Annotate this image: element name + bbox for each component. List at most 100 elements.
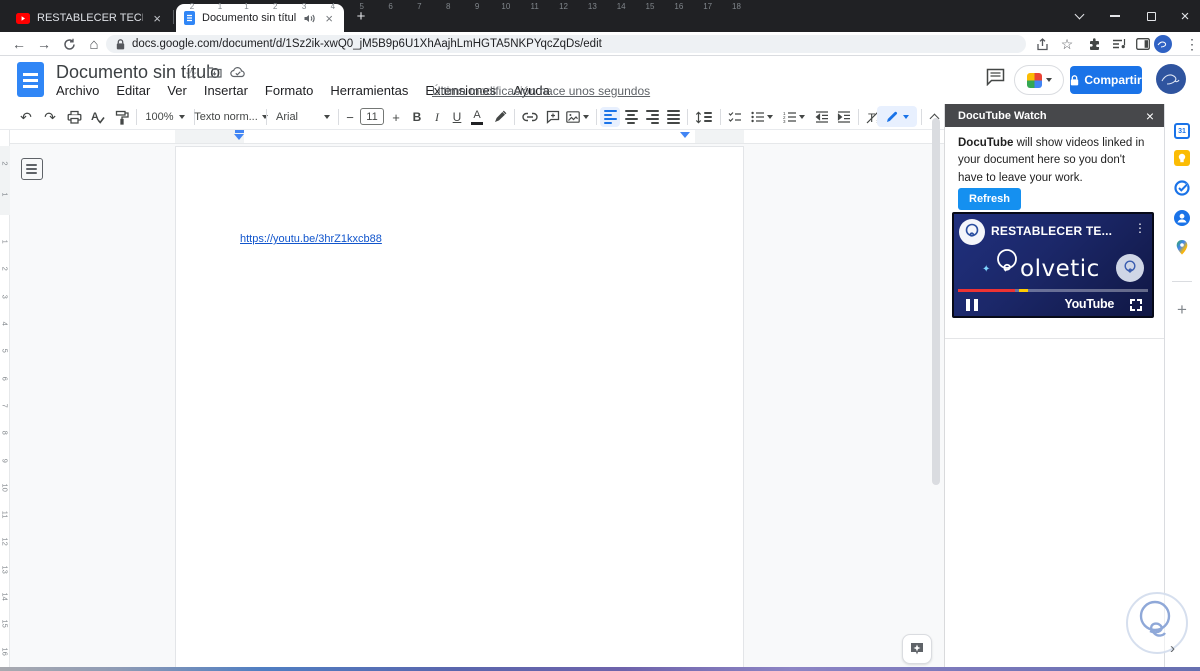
meet-icon	[1026, 72, 1042, 88]
menu-item[interactable]: Archivo	[56, 83, 99, 98]
fullscreen-icon[interactable]	[1130, 299, 1142, 311]
back-icon[interactable]: ←	[8, 32, 30, 56]
move-folder-icon[interactable]	[207, 66, 222, 78]
share-page-icon[interactable]	[1030, 32, 1054, 56]
video-title: RESTABLECER TE...	[991, 224, 1113, 238]
meet-call-button[interactable]	[1014, 65, 1064, 95]
increase-indent-icon[interactable]	[834, 107, 854, 127]
first-line-indent-marker[interactable]	[235, 130, 244, 133]
underline-icon[interactable]: U	[448, 107, 466, 127]
menu-item[interactable]: Ver	[167, 83, 187, 98]
undo-icon[interactable]: ↶	[16, 107, 36, 127]
share-button[interactable]: Compartir	[1070, 66, 1142, 94]
menu-item[interactable]: Formato	[265, 83, 313, 98]
youtube-player[interactable]: RESTABLECER TE... ⋮ ✦ olvetic YouTube	[952, 212, 1154, 318]
get-addons-icon[interactable]: +	[1172, 300, 1192, 320]
refresh-button[interactable]: Refresh	[958, 188, 1021, 210]
document-outline-icon[interactable]	[21, 158, 43, 180]
zoom-select[interactable]: 100%	[142, 107, 188, 127]
bookmark-star-icon[interactable]: ☆	[1055, 32, 1079, 56]
keep-icon[interactable]	[1174, 150, 1190, 166]
minimize-button[interactable]	[1098, 0, 1132, 32]
tab-search-icon[interactable]	[1062, 0, 1096, 32]
bold-icon[interactable]: B	[408, 107, 426, 127]
comment-history-icon[interactable]	[986, 68, 1005, 86]
app-window: RESTABLECER TECLADO Window × Documento s…	[0, 0, 1200, 671]
font-size-input[interactable]: 11	[360, 108, 384, 125]
spellcheck-icon[interactable]: A	[88, 107, 108, 127]
cloud-status-icon[interactable]	[230, 66, 246, 78]
forward-icon[interactable]: →	[33, 32, 55, 56]
video-progress-bar[interactable]	[958, 289, 1148, 292]
text-color-icon[interactable]: A	[468, 107, 486, 127]
bulleted-list-icon[interactable]	[748, 107, 776, 127]
add-comment-icon[interactable]	[543, 107, 563, 127]
url-omnibox[interactable]: docs.google.com/document/d/1Sz2ik-xwQ0_j…	[106, 35, 1026, 53]
collapse-panel-icon[interactable]: ›	[1170, 640, 1175, 657]
document-scrollbar[interactable]	[932, 118, 940, 485]
left-indent-marker[interactable]	[234, 134, 244, 140]
account-avatar[interactable]	[1156, 64, 1186, 94]
redo-icon[interactable]: ↷	[40, 107, 60, 127]
extensions-puzzle-icon[interactable]	[1082, 32, 1106, 56]
lock-icon[interactable]	[116, 38, 125, 50]
editing-mode-button[interactable]	[877, 106, 917, 127]
menu-item[interactable]: Editar	[116, 83, 150, 98]
explore-button[interactable]	[902, 634, 932, 664]
numbered-list-icon[interactable]: 123	[780, 107, 808, 127]
align-justify-icon[interactable]	[663, 107, 683, 127]
increase-font-icon[interactable]: +	[388, 107, 404, 127]
youtube-logo[interactable]: YouTube	[1064, 297, 1114, 311]
calendar-icon[interactable]: 31	[1174, 123, 1190, 139]
print-icon[interactable]	[64, 107, 84, 127]
maximize-button[interactable]	[1134, 0, 1168, 32]
close-button[interactable]: ×	[1170, 0, 1200, 32]
docs-logo-icon[interactable]	[17, 62, 44, 97]
checklist-icon[interactable]	[725, 107, 745, 127]
home-icon[interactable]: ⌂	[83, 32, 105, 56]
italic-icon[interactable]: I	[428, 107, 446, 127]
media-controls-icon[interactable]	[1107, 32, 1131, 56]
insert-link-icon[interactable]	[519, 107, 541, 127]
side-panel-icon[interactable]	[1131, 32, 1155, 56]
font-select[interactable]: Arial	[272, 107, 334, 127]
contacts-icon[interactable]	[1174, 210, 1190, 226]
highlight-color-icon[interactable]	[490, 107, 510, 127]
align-right-icon[interactable]	[642, 107, 662, 127]
horizontal-ruler[interactable]	[10, 130, 944, 144]
line-spacing-icon[interactable]	[692, 107, 714, 127]
document-page[interactable]	[175, 146, 744, 671]
vruler-margin-numbers: 21	[0, 161, 10, 197]
menu-item[interactable]: Herramientas	[330, 83, 408, 98]
tab-close-icon[interactable]: ×	[150, 11, 164, 26]
panel-title: DocuTube Watch	[958, 109, 1047, 122]
ruler-margin-numbers: 21	[189, 2, 223, 11]
browser-menu-icon[interactable]: ⋮	[1180, 32, 1200, 56]
last-modified-link[interactable]: Última modificación hace unos segundos	[432, 84, 650, 98]
tab-close-icon[interactable]: ×	[322, 11, 336, 26]
maps-icon[interactable]	[1174, 239, 1190, 255]
document-link-text[interactable]: https://youtu.be/3hrZ1kxcb88	[240, 233, 382, 245]
menu-item[interactable]: Insertar	[204, 83, 248, 98]
panel-divider	[945, 338, 1164, 339]
channel-logo-icon	[959, 219, 985, 245]
align-center-icon[interactable]	[621, 107, 641, 127]
tab-restablecer-teclado[interactable]: RESTABLECER TECLADO Window ×	[8, 4, 172, 32]
decrease-indent-icon[interactable]	[812, 107, 832, 127]
insert-image-icon[interactable]	[562, 107, 592, 127]
rail-divider	[1172, 281, 1192, 282]
tab-separator	[173, 10, 174, 24]
align-left-icon[interactable]	[600, 107, 620, 127]
reload-icon[interactable]	[58, 32, 80, 56]
pause-icon[interactable]	[966, 299, 978, 311]
star-document-icon[interactable]: ☆	[185, 66, 198, 83]
tab-audio-icon[interactable]	[303, 13, 316, 24]
right-indent-marker[interactable]	[680, 132, 690, 138]
panel-close-icon[interactable]: ×	[1146, 109, 1154, 123]
paragraph-style-select[interactable]: Texto norm...	[194, 107, 268, 127]
tasks-icon[interactable]	[1174, 180, 1190, 196]
browser-avatar[interactable]	[1154, 35, 1172, 53]
paint-format-icon[interactable]	[112, 107, 132, 127]
decrease-font-icon[interactable]: −	[342, 107, 358, 127]
video-menu-icon[interactable]: ⋮	[1134, 221, 1146, 235]
